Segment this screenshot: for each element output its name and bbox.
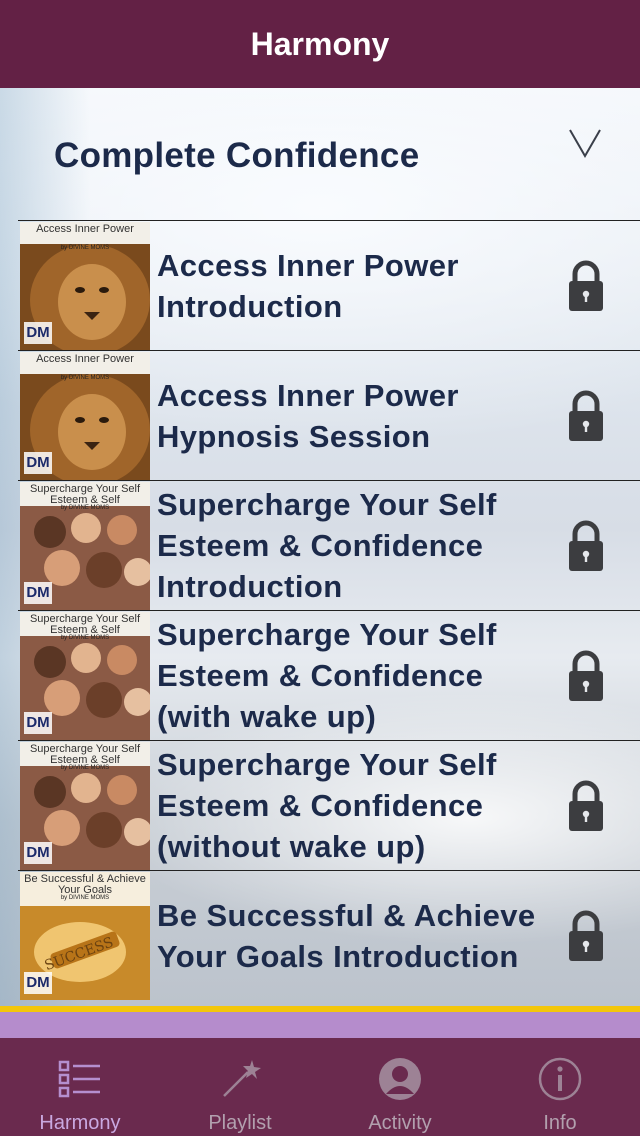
artwork-byline: by DIVINE MOMS [60,245,110,251]
track-row[interactable]: Access Inner Power by DIVINE MOMS DM Access… [18,220,640,350]
artwork-badge: DM [26,324,50,341]
tab-label: Harmony [39,1112,121,1134]
person-icon [379,1058,421,1100]
artwork-title: Supercharge Your Self Esteem & Self Conf… [29,484,141,506]
track-row[interactable]: Supercharge Your Self Esteem & Self Conf… [18,740,640,870]
artwork-badge: DM [26,714,50,731]
artwork-byline: by DIVINE MOMS [60,765,110,771]
artwork-badge: DM [26,584,50,601]
track-row[interactable]: Supercharge Your Self Esteem & Self Conf… [18,610,640,740]
mini-player-bar[interactable] [0,1012,640,1038]
lock-icon[interactable] [568,389,604,441]
artwork-byline: by DIVINE MOMS [60,375,110,381]
artwork-badge: DM [26,974,50,991]
category-header[interactable]: Complete Confidence [0,88,640,220]
artwork-badge: DM [26,454,50,471]
tab-bar: Harmony Playlist Activity Info [0,1038,640,1136]
tab-activity[interactable]: Activity [320,1038,480,1136]
artwork-byline: by DIVINE MOMS [60,635,110,641]
artwork-badge: DM [26,844,50,861]
tab-info[interactable]: Info [480,1038,640,1136]
artwork-byline: by DIVINE MOMS [60,895,110,901]
chevron-down-icon[interactable] [568,128,602,158]
category-title: Complete Confidence [54,136,420,175]
lock-icon[interactable] [568,519,604,571]
track-row[interactable]: SUCCESS Be Successful & Achieve Your Goal… [18,870,640,1000]
track-title: Be Successful & Achieve Your Goals Intro… [157,897,536,974]
track-list: Access Inner Power by DIVINE MOMS DM Access… [18,220,640,1000]
track-row[interactable]: Supercharge Your Self Esteem & Self Conf… [18,480,640,610]
tab-label: Activity [368,1112,432,1134]
list-icon [58,1060,100,1098]
track-title: Supercharge Your Self Esteem & Confidenc… [157,487,497,604]
magic-wand-icon [223,1060,261,1097]
lock-icon[interactable] [568,779,604,831]
track-title: Supercharge Your Self Esteem & Confidenc… [157,747,497,864]
artwork-title: Access Inner Power [36,224,134,235]
track-artwork: Access Inner Power by DIVINE MOMS DM [20,222,150,350]
artwork-title: Be Successful & Achieve Your Goals [24,874,146,896]
tab-label: Info [543,1112,577,1134]
info-icon [538,1057,582,1101]
nav-title: Harmony [250,25,390,62]
track-title: Supercharge Your Self Esteem & Confidenc… [157,617,497,734]
tab-label: Playlist [208,1112,272,1134]
tab-harmony[interactable]: Harmony [0,1038,160,1136]
lock-icon[interactable] [568,909,604,961]
track-artwork: Supercharge Your Self Esteem & Self Conf… [20,612,150,740]
lock-icon[interactable] [568,649,604,701]
track-artwork: SUCCESS Be Successful & Achieve Your Goal… [20,872,150,1000]
artwork-title: Access Inner Power [36,354,134,365]
artwork-byline: by DIVINE MOMS [60,505,110,511]
artwork-title: Supercharge Your Self Esteem & Self Conf… [29,614,141,636]
track-list-screen[interactable]: Complete Confidence Access Inner Power by… [0,88,640,1006]
track-title: Access Inner Power Hypnosis Session [157,377,459,454]
nav-bar: Harmony [0,0,640,88]
tab-playlist[interactable]: Playlist [160,1038,320,1136]
track-artwork: Access Inner Power by DIVINE MOMS DM [20,352,150,480]
track-artwork: Supercharge Your Self Esteem & Self Conf… [20,482,150,610]
lock-icon[interactable] [568,259,604,311]
track-title: Access Inner Power Introduction [157,247,459,324]
track-artwork: Supercharge Your Self Esteem & Self Conf… [20,742,150,870]
track-row[interactable]: Access Inner Power by DIVINE MOMS DM Access… [18,350,640,480]
artwork-title: Supercharge Your Self Esteem & Self Conf… [29,744,141,766]
